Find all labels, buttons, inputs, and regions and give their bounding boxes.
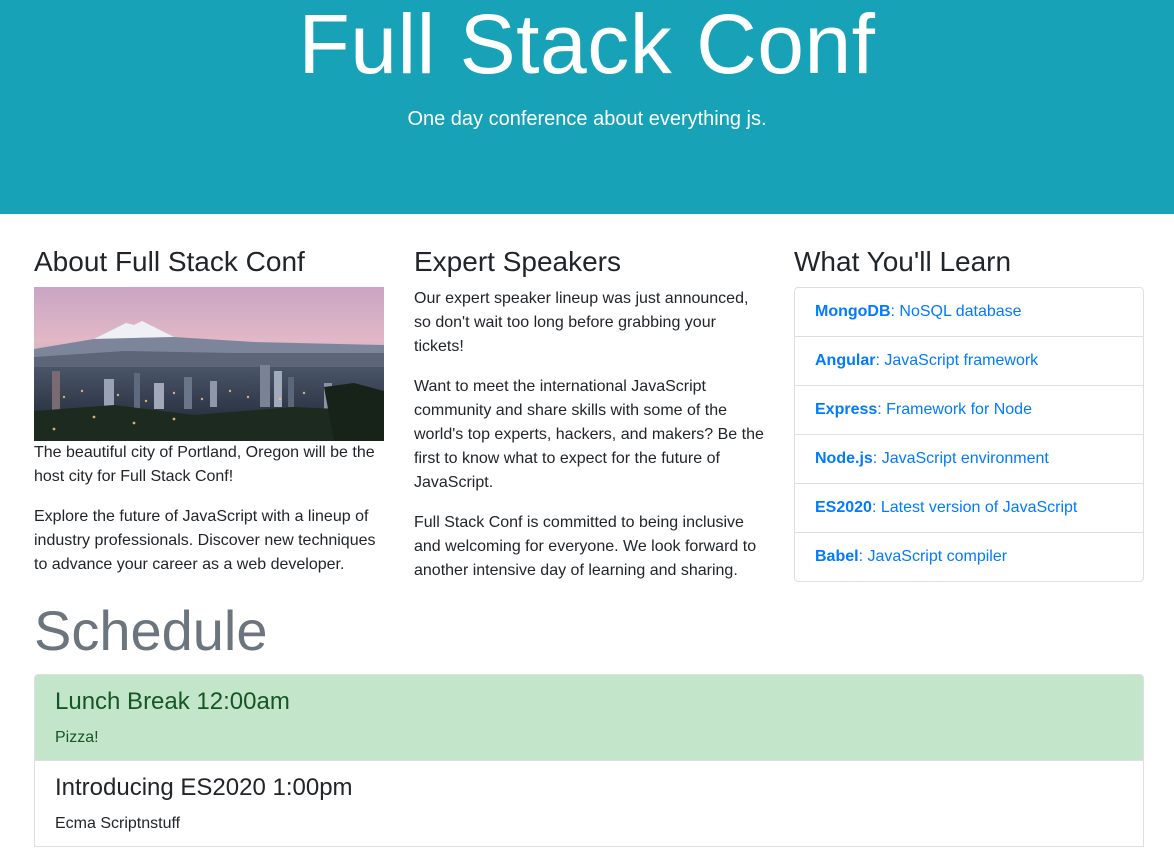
- hero-banner: Full Stack Conf One day conference about…: [0, 0, 1174, 214]
- learn-item-desc: : Framework for Node: [877, 401, 1032, 418]
- learn-section: What You'll Learn MongoDB: NoSQL databas…: [794, 244, 1144, 582]
- schedule-item-desc: Ecma Scriptnstuff: [55, 815, 181, 832]
- portland-city-image: [34, 287, 384, 441]
- schedule-item-lunch: Lunch Break 12:00am Pizza!: [35, 675, 1143, 761]
- learn-item-mongodb[interactable]: MongoDB: NoSQL database: [795, 288, 1143, 337]
- speakers-paragraph-1: Our expert speaker lineup was just annou…: [414, 290, 749, 355]
- schedule-list: Lunch Break 12:00am Pizza! Introducing E…: [34, 674, 1144, 847]
- learn-item-desc: : JavaScript environment: [872, 450, 1049, 467]
- learn-item-name: Node.js: [815, 450, 873, 467]
- learn-item-name: ES2020: [815, 499, 872, 516]
- learn-item-desc: : JavaScript compiler: [858, 548, 1008, 565]
- learn-item-name: Angular: [815, 352, 876, 369]
- speakers-paragraph-2: Want to meet the international JavaScrip…: [414, 378, 764, 491]
- learn-heading: What You'll Learn: [794, 246, 1012, 277]
- about-section: About Full Stack Conf The beautiful city…: [34, 244, 384, 577]
- schedule-title: Schedule: [34, 599, 268, 662]
- learn-item-babel[interactable]: Babel: JavaScript compiler: [795, 533, 1143, 581]
- speakers-paragraph-3: Full Stack Conf is committed to being in…: [414, 514, 757, 579]
- about-paragraph-1: The beautiful city of Portland, Oregon w…: [34, 444, 375, 485]
- learn-item-name: Babel: [815, 548, 859, 565]
- learn-item-name: MongoDB: [815, 303, 891, 320]
- schedule-item-title: Introducing ES2020 1:00pm: [55, 774, 353, 801]
- learn-item-desc: : JavaScript framework: [875, 352, 1039, 369]
- learn-item-desc: : NoSQL database: [890, 303, 1022, 320]
- learn-list: MongoDB: NoSQL database Angular: JavaScr…: [794, 287, 1144, 582]
- about-heading: About Full Stack Conf: [34, 246, 305, 277]
- speakers-section: Expert Speakers Our expert speaker lineu…: [414, 244, 764, 583]
- schedule-item-desc: Pizza!: [55, 729, 99, 746]
- learn-item-desc: : Latest version of JavaScript: [871, 499, 1078, 516]
- learn-item-nodejs[interactable]: Node.js: JavaScript environment: [795, 435, 1143, 484]
- schedule-item-title: Lunch Break 12:00am: [55, 688, 290, 715]
- schedule-item-es2020: Introducing ES2020 1:00pm Ecma Scriptnst…: [35, 761, 1143, 847]
- learn-item-express[interactable]: Express: Framework for Node: [795, 386, 1143, 435]
- hero-title: Full Stack Conf: [298, 0, 876, 91]
- speakers-heading: Expert Speakers: [414, 246, 621, 277]
- hero-subtitle: One day conference about everything js.: [407, 108, 767, 130]
- learn-item-name: Express: [815, 401, 878, 418]
- learn-item-es2020[interactable]: ES2020: Latest version of JavaScript: [795, 484, 1143, 533]
- about-paragraph-2: Explore the future of JavaScript with a …: [34, 508, 376, 573]
- learn-item-angular[interactable]: Angular: JavaScript framework: [795, 337, 1143, 386]
